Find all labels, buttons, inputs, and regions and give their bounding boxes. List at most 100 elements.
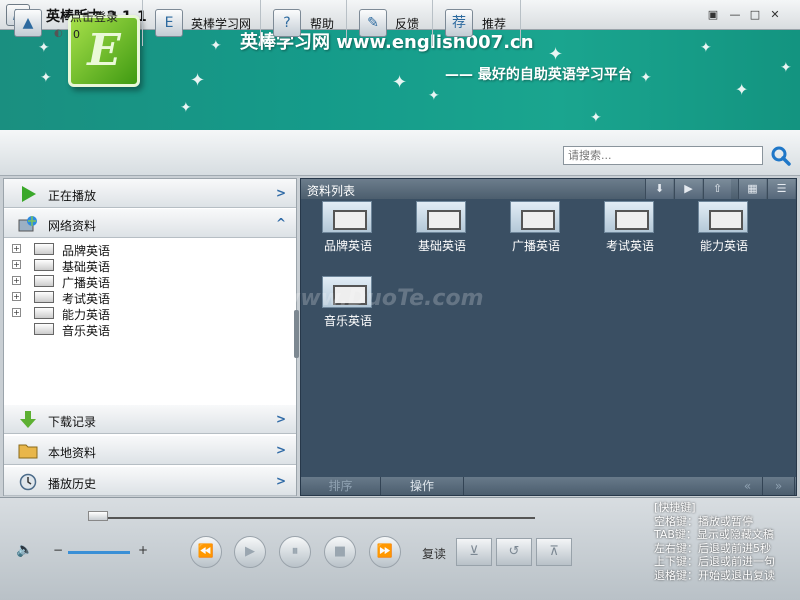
sort-button[interactable]: 排序: [301, 477, 381, 495]
repeat-end-button[interactable]: ⊼: [536, 538, 572, 566]
play-history-label: 播放历史: [48, 477, 97, 491]
expand-icon[interactable]: +: [12, 276, 21, 285]
maximize-button[interactable]: □: [747, 7, 763, 23]
expand-icon[interactable]: +: [12, 260, 21, 269]
play-button[interactable]: ▶: [234, 536, 266, 568]
e-logo-icon: E: [155, 9, 183, 37]
pause-button[interactable]: ⏸: [279, 536, 311, 568]
resource-tile[interactable]: 品牌英语: [312, 201, 384, 271]
resource-tile[interactable]: 基础英语: [406, 201, 478, 271]
login-button[interactable]: ▲ 点击登录 ◐ 0: [0, 0, 143, 46]
restore-icon[interactable]: ▣: [705, 7, 721, 23]
play-icon[interactable]: ▶: [674, 179, 702, 199]
resource-tile[interactable]: 能力英语: [688, 201, 760, 271]
chevron-right-icon: >: [275, 412, 286, 426]
chevron-right-icon: >: [275, 443, 286, 457]
resource-list-header: 资料列表 ⬇ ▶ ⇧ ▦ ☰: [301, 179, 796, 199]
tree-item[interactable]: + 能力英语: [12, 305, 212, 322]
tree-item[interactable]: + 广播英语: [12, 273, 212, 290]
progress-thumb[interactable]: [88, 511, 108, 521]
shortcuts-help: [快捷键] 空格键：播放或暂停 TAB键：显示或隐藏文稿 左右键：后退或前进5秒…: [654, 501, 796, 582]
resource-tile-label: 考试英语: [605, 239, 654, 253]
left-panel: 正在播放 > 网络资料 ^ + 品牌英语 + 基础英语 + 广播英语 + 考试英…: [3, 178, 297, 496]
volume-up-button[interactable]: +: [138, 543, 148, 557]
now-playing-header[interactable]: 正在播放 >: [4, 179, 296, 208]
local-resources-label: 本地资料: [48, 446, 97, 460]
repeat-start-button[interactable]: ⊻: [456, 538, 492, 566]
folder-icon: [18, 444, 38, 459]
resource-tile-label: 音乐英语: [323, 314, 372, 328]
shortcut-line: 退格键：开始或退出复读: [654, 568, 775, 582]
shortcut-line: 上下键：后退或前进一句: [654, 555, 775, 568]
cassette-icon: [698, 201, 748, 233]
resource-tile[interactable]: 考试英语: [594, 201, 666, 271]
tree-item[interactable]: 音乐英语: [12, 321, 212, 338]
downloads-label: 下载记录: [48, 415, 97, 429]
resource-list-footer: 排序 操作 « »: [301, 477, 796, 495]
play-icon: [22, 186, 36, 202]
help-label: 帮助: [310, 17, 335, 31]
local-resources-header[interactable]: 本地资料 >: [4, 436, 296, 465]
chevron-up-icon: ^: [275, 216, 286, 230]
folder-icon: [34, 243, 54, 255]
prev-page-button[interactable]: «: [733, 477, 763, 495]
online-resources-label: 网络资料: [48, 219, 97, 233]
globe-icon: [18, 216, 37, 232]
minimize-button[interactable]: —: [727, 7, 743, 23]
site-label: 英棒学习网: [191, 17, 252, 31]
expand-icon[interactable]: +: [12, 244, 21, 253]
site-button[interactable]: E 英棒学习网: [143, 0, 261, 46]
progress-track[interactable]: [90, 517, 535, 519]
recommend-button[interactable]: 荐 推荐: [433, 0, 521, 46]
download-icon: [20, 411, 36, 428]
expand-icon[interactable]: +: [12, 308, 21, 317]
stop-button[interactable]: ■: [324, 536, 356, 568]
resource-tile-label: 品牌英语: [323, 239, 372, 253]
shortcut-line: TAB键：显示或隐藏文稿: [654, 528, 774, 541]
tree-item[interactable]: + 品牌英语: [12, 241, 212, 258]
list-view-icon[interactable]: ☰: [767, 179, 795, 199]
folder-icon: [34, 291, 54, 303]
resource-tile[interactable]: 广播英语: [500, 201, 572, 271]
rewind-button[interactable]: ⏪: [190, 536, 222, 568]
cassette-icon: [322, 201, 372, 233]
repeat-label: 复读: [422, 547, 447, 561]
volume-down-button[interactable]: −: [53, 543, 63, 557]
panel-splitter[interactable]: [294, 310, 299, 358]
tree-item[interactable]: + 基础英语: [12, 257, 212, 274]
folder-icon: [34, 307, 54, 319]
user-icon: ▲: [14, 9, 42, 37]
play-history-header[interactable]: 播放历史 >: [4, 467, 296, 496]
search-icon[interactable]: [770, 145, 792, 167]
fast-forward-button[interactable]: ⏩: [369, 536, 401, 568]
resource-tile-label: 能力英语: [699, 239, 748, 253]
resource-list-panel: 资料列表 ⬇ ▶ ⇧ ▦ ☰ 品牌英语 基础英语 广播英语 考试英语 能力英语 …: [300, 178, 797, 496]
download-icon[interactable]: ⬇: [645, 179, 673, 199]
chevron-right-icon: >: [275, 474, 286, 488]
tree-item-label: 音乐英语: [62, 324, 111, 338]
watermark: www.DuoTe.com: [280, 286, 484, 311]
downloads-header[interactable]: 下载记录 >: [4, 405, 296, 434]
resource-list-title: 资料列表: [307, 184, 356, 198]
tree-item[interactable]: + 考试英语: [12, 289, 212, 306]
action-button[interactable]: 操作: [381, 477, 464, 495]
feedback-button[interactable]: ✎ 反馈: [347, 0, 433, 46]
cassette-icon: [416, 201, 466, 233]
volume-icon[interactable]: 🔈: [16, 542, 33, 558]
upload-icon[interactable]: ⇧: [703, 179, 731, 199]
online-resources-header[interactable]: 网络资料 ^: [4, 209, 296, 238]
cassette-icon: [510, 201, 560, 233]
resource-tile-label: 基础英语: [417, 239, 466, 253]
expand-icon[interactable]: +: [12, 292, 21, 301]
grid-view-icon[interactable]: ▦: [738, 179, 766, 199]
close-button[interactable]: ✕: [767, 7, 783, 23]
volume-slider[interactable]: [68, 551, 130, 554]
folder-icon: [34, 275, 54, 287]
repeat-loop-button[interactable]: ↺: [496, 538, 532, 566]
coin-icon: ◐: [54, 28, 63, 39]
help-button[interactable]: ? 帮助: [261, 0, 347, 46]
resource-tile-label: 广播英语: [511, 239, 560, 253]
feedback-icon: ✎: [359, 9, 387, 37]
next-page-button[interactable]: »: [763, 477, 795, 495]
search-input[interactable]: [563, 146, 763, 165]
